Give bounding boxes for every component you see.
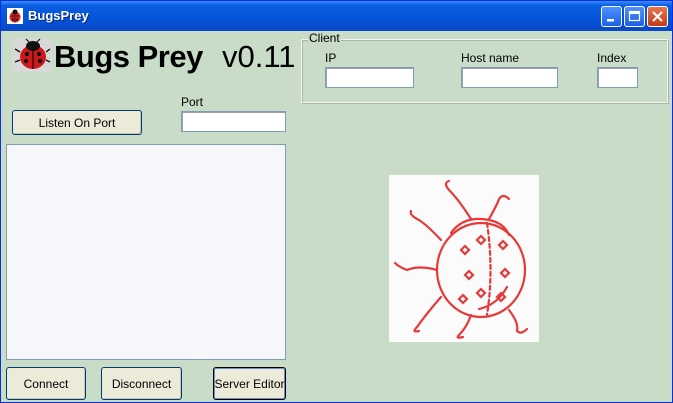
ladybug-logo-icon: [12, 38, 52, 72]
hostname-field[interactable]: [461, 67, 558, 88]
title-bar[interactable]: BugsPrey: [1, 1, 672, 31]
window-title: BugsPrey: [28, 8, 89, 23]
maximize-icon: [628, 10, 641, 22]
index-field[interactable]: [597, 67, 638, 88]
main-window: BugsPrey Bugs Prey v0.11 Client IP Host …: [0, 0, 673, 403]
port-label: Port: [181, 95, 204, 109]
ladybug-icon: [7, 8, 23, 24]
listen-on-port-button[interactable]: Listen On Port: [12, 110, 142, 135]
maximize-button[interactable]: [624, 6, 645, 27]
app-name: Bugs Prey: [54, 39, 203, 74]
disconnect-button[interactable]: Disconnect: [101, 367, 182, 400]
minimize-icon: [607, 19, 614, 22]
ip-field[interactable]: [325, 67, 414, 88]
minimize-button[interactable]: [601, 6, 622, 27]
client-area: Bugs Prey v0.11 Client IP Host name Inde…: [1, 31, 672, 402]
app-version: v0.11: [222, 39, 296, 74]
hostname-label: Host name: [461, 51, 520, 65]
index-label: Index: [597, 51, 627, 65]
client-group-legend: Client: [308, 31, 341, 45]
connection-log-list[interactable]: [6, 144, 286, 360]
close-icon: [652, 11, 663, 22]
close-button[interactable]: [647, 6, 668, 27]
ladybug-drawing-icon: [393, 179, 529, 339]
port-field[interactable]: [181, 111, 286, 132]
ip-label: IP: [325, 51, 337, 65]
connect-button[interactable]: Connect: [6, 367, 86, 400]
server-editor-button[interactable]: Server Editor: [213, 367, 286, 400]
ladybug-illustration: [389, 175, 539, 342]
